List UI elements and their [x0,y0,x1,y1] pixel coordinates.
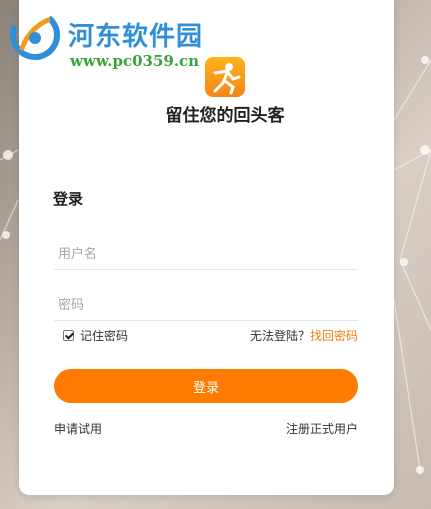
watermark-url: www.pc0359.cn [70,52,200,70]
username-input[interactable] [54,239,358,269]
remember-checkbox[interactable] [63,330,74,341]
remember-password[interactable]: 记住密码 [63,327,128,344]
username-field [54,239,358,270]
app-slogan: 留住您的回头客 [165,106,285,126]
cant-login-text: 无法登陆？ [249,329,310,343]
password-input[interactable] [54,290,358,320]
watermark-logo-icon [9,9,60,60]
register-link[interactable]: 注册正式用户 [286,420,358,437]
password-field [54,290,358,321]
forgot-password-row: 无法登陆？找回密码 [250,327,358,344]
apply-trial-link[interactable]: 申请试用 [54,420,102,437]
remember-label: 记住密码 [80,329,129,343]
runner-logo-icon [205,57,245,97]
login-heading: 登录 [53,190,84,208]
login-button[interactable]: 登录 [54,369,358,403]
watermark-title: 河东软件园 [68,22,204,52]
find-password-link[interactable]: 找回密码 [310,329,358,343]
